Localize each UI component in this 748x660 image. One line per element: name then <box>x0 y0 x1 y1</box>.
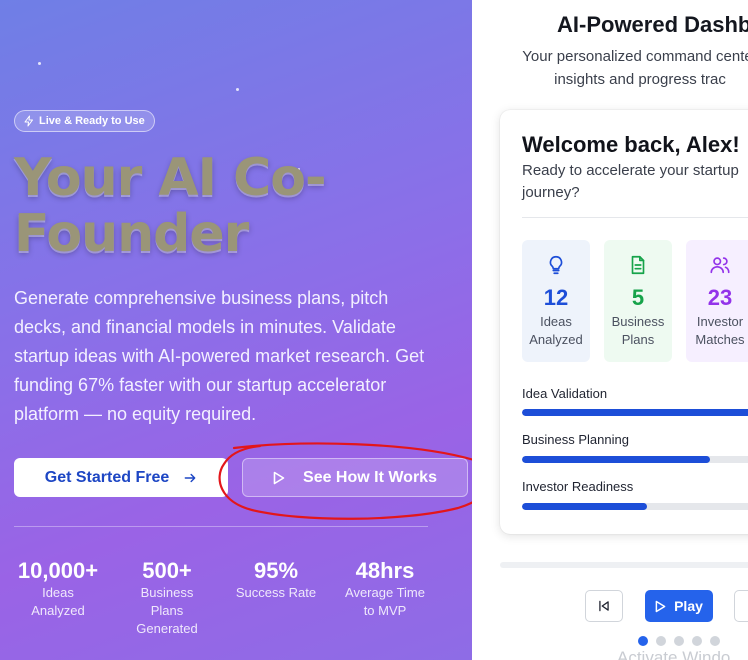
dashboard-subtitle-line: insights and progress trac <box>554 71 726 88</box>
document-icon <box>631 255 645 275</box>
play-button[interactable]: Play <box>645 590 713 622</box>
stat-label: Average Time <box>345 585 425 600</box>
lightbulb-icon <box>549 255 563 275</box>
metric-label: Matches <box>695 332 745 347</box>
see-how-it-works-label: See How It Works <box>303 468 437 486</box>
arrow-right-icon <box>184 473 196 482</box>
next-button[interactable] <box>734 590 748 622</box>
stat-label: Ideas <box>42 585 74 600</box>
metric-business-plans: 5 Business Plans <box>604 240 672 362</box>
metric-label: Ideas <box>540 314 572 329</box>
see-how-it-works-button[interactable]: See How It Works <box>242 458 468 497</box>
sparkle-decoration <box>236 88 239 91</box>
dashboard-preview: AI-Powered Dashb Your personalized comma… <box>472 0 748 660</box>
stat-label: to MVP <box>363 603 407 618</box>
carousel-dot-active[interactable] <box>638 636 648 646</box>
lightning-icon <box>24 115 33 127</box>
progress-track <box>522 503 748 510</box>
metric-label: Business <box>611 314 665 329</box>
hero-description: Generate comprehensive business plans, p… <box>14 288 425 424</box>
metric-ideas-analyzed: 12 Ideas Analyzed <box>522 240 590 362</box>
stat-label: Success Rate <box>235 585 317 600</box>
stat-value: 48hrs <box>355 558 415 583</box>
carousel-dot[interactable] <box>656 636 666 646</box>
carousel-dot[interactable] <box>710 636 720 646</box>
carousel-dot[interactable] <box>674 636 684 646</box>
metric-value: 5 <box>631 285 645 310</box>
stat-label: Analyzed <box>31 603 85 618</box>
progress-fill <box>522 409 748 416</box>
stat-value: 95% <box>253 558 299 583</box>
get-started-label: Get Started Free <box>44 468 170 486</box>
stat-value: 10,000+ <box>17 558 99 583</box>
stat-label: Business <box>140 585 194 600</box>
welcome-subtext: Ready to accelerate your startup journey… <box>522 162 739 201</box>
dashboard-subtitle: Your personalized command center insight… <box>510 45 748 91</box>
users-icon <box>710 257 730 274</box>
metric-label: Analyzed <box>529 332 583 347</box>
stat-label: Generated <box>136 621 198 636</box>
dashboard-subtitle-line: Your personalized command center <box>522 48 748 65</box>
horizontal-scrollbar[interactable] <box>500 562 748 568</box>
metric-label: Investor <box>696 314 744 329</box>
progress-track <box>522 456 748 463</box>
progress-track <box>522 409 748 416</box>
play-icon <box>655 600 666 612</box>
live-badge: Live & Ready to Use <box>14 110 155 132</box>
welcome-card: Welcome back, Alex! Ready to accelerate … <box>500 110 748 534</box>
play-label: Play <box>674 598 703 614</box>
metric-investor-matches: 23 Investor Matches <box>686 240 748 362</box>
progress-label: Idea Validation <box>522 386 608 401</box>
stat-average-time: 48hrs Average Time to MVP <box>336 558 434 620</box>
play-icon <box>273 471 285 484</box>
metric-value: 12 <box>543 285 569 310</box>
hero-title-line: Your AI Co- <box>14 148 327 208</box>
dashboard-title: AI-Powered Dashb <box>557 12 748 37</box>
stat-business-plans: 500+ Business Plans Generated <box>124 558 210 638</box>
stat-value: 500+ <box>142 558 192 583</box>
skip-back-icon <box>599 600 609 612</box>
card-divider <box>522 217 748 218</box>
sparkle-decoration <box>38 62 41 65</box>
stat-ideas-analyzed: 10,000+ Ideas Analyzed <box>6 558 110 620</box>
progress-fill <box>522 503 647 510</box>
hero-title: Your AI Co- Founder <box>14 150 454 262</box>
progress-label: Investor Readiness <box>522 479 634 494</box>
badge-label: Live & Ready to Use <box>39 115 145 127</box>
get-started-button[interactable]: Get Started Free <box>14 458 228 497</box>
hero-title-line: Founder <box>14 204 249 264</box>
activate-windows-watermark: Activate Windo <box>617 648 731 660</box>
metric-value: 23 <box>707 285 733 310</box>
hero-section: Live & Ready to Use Your AI Co- Founder … <box>0 0 472 660</box>
progress-fill <box>522 456 710 463</box>
welcome-heading: Welcome back, Alex! <box>522 132 740 157</box>
stat-success-rate: 95% Success Rate <box>226 558 326 602</box>
metric-label: Plans <box>621 332 655 347</box>
stats-divider <box>14 526 428 527</box>
progress-label: Business Planning <box>522 432 629 447</box>
stat-label: Plans <box>150 603 184 618</box>
carousel-dot[interactable] <box>692 636 702 646</box>
skip-back-button[interactable] <box>585 590 623 622</box>
